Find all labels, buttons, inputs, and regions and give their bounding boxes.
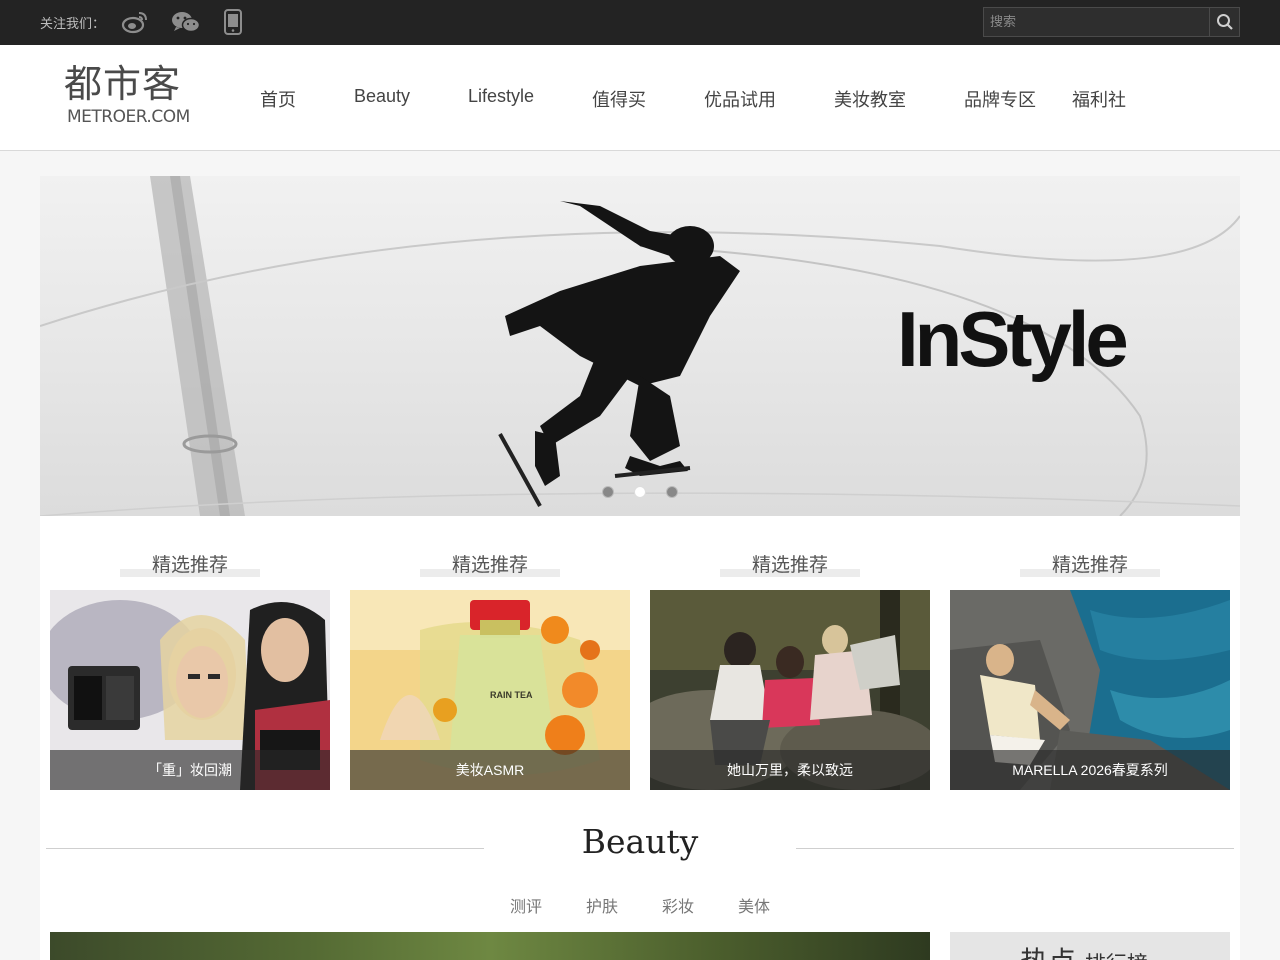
hot-ranking-title-big: 热点 [1020,945,1076,960]
featured-card: 精选推荐 「重」妆回潮 [50,516,330,796]
subtab-review[interactable]: 测评 [510,893,542,917]
nav-item-product-trial[interactable]: 优品试用 [704,86,776,112]
featured-image-link[interactable]: RAIN TEA 美妆ASMR [350,590,630,790]
featured-title: 精选推荐 [1051,554,1128,576]
featured-card: 精选推荐 她山万里，柔以致远 [650,516,930,796]
nav-item-beauty[interactable]: Beauty [354,86,410,107]
wechat-icon[interactable] [170,9,202,35]
beauty-article-image[interactable] [50,932,930,960]
featured-title: 精选推荐 [751,554,828,576]
section-divider-right [796,848,1234,849]
slide-dot-1[interactable] [602,486,614,498]
logo-chinese-text: 都市客 [64,62,182,106]
content-panel: 精选推荐 「重」妆回潮 精选推荐 RAIN TEA 美妆ASMR 精选推荐 她山… [40,516,1240,960]
subtab-skincare[interactable]: 护肤 [586,893,618,917]
featured-caption: 「重」妆回潮 [50,750,330,790]
logo-english-text: METROER.COM [67,107,190,127]
hero-banner[interactable]: InStyle [40,176,1240,516]
featured-caption: MARELLA 2026春夏系列 [950,750,1230,790]
search-input[interactable] [983,7,1210,37]
featured-card: 精选推荐 RAIN TEA 美妆ASMR [350,516,630,796]
featured-image-link[interactable]: 她山万里，柔以致远 [650,590,930,790]
featured-title: 精选推荐 [151,554,228,576]
banner-brand-text: InStyle [897,295,1129,383]
nav-item-brand-zone[interactable]: 品牌专区 [964,86,1036,112]
featured-card: 精选推荐 MARELLA 2026春夏系列 [950,516,1230,796]
nav-item-lifestyle[interactable]: Lifestyle [468,86,534,107]
site-logo[interactable]: 都市客 METROER.COM [64,62,190,129]
nav-item-makeup-class[interactable]: 美妆教室 [834,86,906,112]
section-divider-left [46,848,484,849]
featured-caption: 美妆ASMR [350,750,630,790]
search-icon [1216,14,1233,30]
slide-dot-2[interactable] [634,486,646,498]
nav-item-worth-buying[interactable]: 值得买 [592,86,646,112]
featured-title: 精选推荐 [451,554,528,576]
section-title: Beauty [581,822,699,861]
subtab-makeup[interactable]: 彩妆 [662,893,694,917]
nav-item-welfare[interactable]: 福利社 [1072,86,1126,112]
svg-text:RAIN TEA: RAIN TEA [490,690,533,700]
nav-item-home[interactable]: 首页 [260,86,296,112]
hot-ranking-title: 热点 排行榜 [1020,940,1148,960]
site-header: 都市客 METROER.COM 首页 Beauty Lifestyle 值得买 … [0,45,1280,151]
subtab-body[interactable]: 美体 [738,893,770,917]
mobile-icon[interactable] [219,9,247,35]
hot-ranking-title-small: 排行榜 [1085,952,1148,960]
follow-us-label: 关注我们： [40,17,106,32]
hot-ranking-panel: 热点 排行榜 [950,932,1230,960]
top-bar: 关注我们： [0,0,1280,45]
weibo-icon[interactable] [121,9,149,35]
featured-image-link[interactable]: 「重」妆回潮 [50,590,330,790]
search-button[interactable] [1209,7,1240,37]
featured-caption: 她山万里，柔以致远 [650,750,930,790]
featured-image-link[interactable]: MARELLA 2026春夏系列 [950,590,1230,790]
slide-dot-3[interactable] [666,486,678,498]
